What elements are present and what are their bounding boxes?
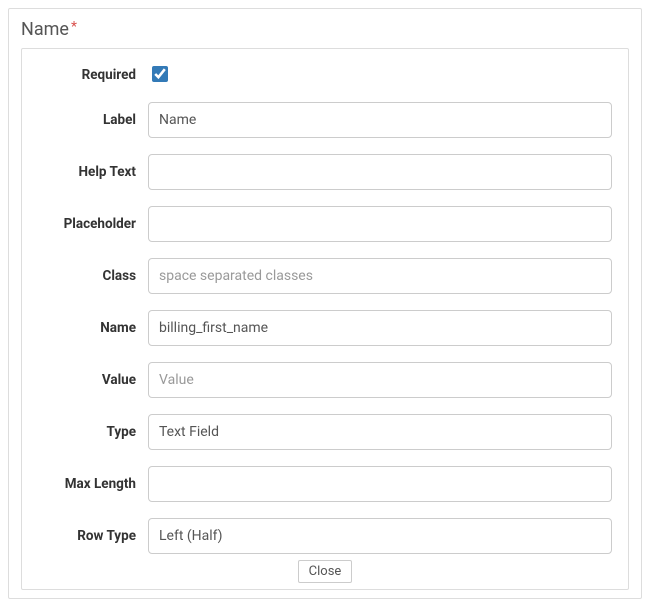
label-row-type: Row Type <box>38 528 148 544</box>
actions-bar: Close <box>38 560 612 583</box>
label-placeholder: Placeholder <box>38 216 148 232</box>
label-max-length: Max Length <box>38 476 148 492</box>
row-name: Name <box>38 310 612 346</box>
field-editor-form: Required Label Help Text Placeholder Cla <box>21 48 629 590</box>
help-text-input[interactable] <box>148 154 612 190</box>
row-type-input[interactable] <box>148 518 612 554</box>
label-label: Label <box>38 112 148 128</box>
row-value: Value <box>38 362 612 398</box>
label-value: Value <box>38 372 148 388</box>
close-button[interactable]: Close <box>298 560 353 583</box>
class-input[interactable] <box>148 258 612 294</box>
row-required: Required <box>38 63 612 86</box>
type-input[interactable] <box>148 414 612 450</box>
value-input[interactable] <box>148 362 612 398</box>
label-class: Class <box>38 268 148 284</box>
panel-title: Name* <box>21 19 629 40</box>
row-help-text: Help Text <box>38 154 612 190</box>
label-help-text: Help Text <box>38 164 148 180</box>
max-length-input[interactable] <box>148 466 612 502</box>
required-checkbox[interactable] <box>152 66 168 82</box>
required-asterisk: * <box>71 19 77 35</box>
field-editor-panel: Name* Required Label Help Text Placehold… <box>8 8 642 599</box>
label-required: Required <box>38 67 148 83</box>
row-class: Class <box>38 258 612 294</box>
row-type: Type <box>38 414 612 450</box>
row-label: Label <box>38 102 612 138</box>
name-input[interactable] <box>148 310 612 346</box>
label-name: Name <box>38 320 148 336</box>
panel-title-text: Name <box>21 19 69 40</box>
row-row-type: Row Type <box>38 518 612 554</box>
label-input[interactable] <box>148 102 612 138</box>
row-placeholder: Placeholder <box>38 206 612 242</box>
label-type: Type <box>38 424 148 440</box>
row-max-length: Max Length <box>38 466 612 502</box>
placeholder-input[interactable] <box>148 206 612 242</box>
